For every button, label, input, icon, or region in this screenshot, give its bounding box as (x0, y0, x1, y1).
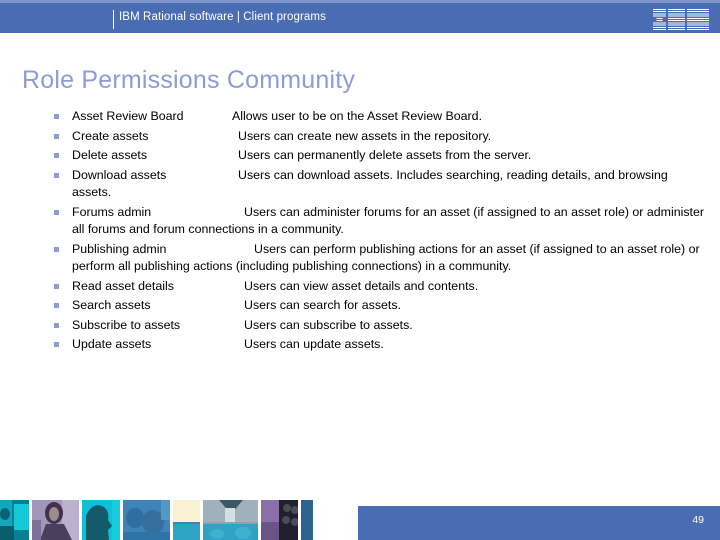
photo-tile-teal-workstation (0, 500, 30, 540)
permission-description: Users can create new assets in the repos… (238, 128, 492, 143)
permission-description: Users can subscribe to assets. (244, 317, 413, 332)
photo-tile-handshake (203, 500, 258, 540)
list-item: Read asset details Users can view asset d… (50, 278, 710, 296)
header-brand-text: IBM Rational software | Client programs (119, 11, 326, 23)
bullet-square-icon (54, 133, 59, 139)
list-item: Publishing admin Users can perform publis… (50, 241, 710, 276)
page-title: Role Permissions Community (22, 66, 356, 94)
list-item: Delete assets Users can permanently delet… (50, 147, 710, 165)
footer-band: 49 (358, 506, 720, 540)
photo-tile-woman-purple (32, 500, 80, 540)
permission-description: Users can search for assets. (244, 298, 402, 312)
photo-tile-blue-crowd (122, 500, 170, 540)
bullet-square-icon (54, 209, 59, 215)
bullet-square-icon (54, 322, 59, 328)
list-item: Search assets Users can search for assets… (50, 297, 710, 315)
permission-name: Subscribe to assets (72, 317, 181, 332)
list-item: Create assets Users can create new assets… (50, 128, 710, 146)
ibm-logo (653, 9, 709, 30)
footer-photo-strip (0, 500, 358, 540)
list-item: Forums admin Users can administer forums … (50, 204, 710, 239)
photo-tile-profile-cyan (82, 500, 120, 540)
footer: 49 (0, 500, 720, 540)
permission-name: Create assets (72, 128, 149, 143)
bullet-square-icon (54, 153, 59, 158)
photo-tile-blue-edge (301, 500, 358, 540)
page-number: 49 (692, 514, 704, 526)
photo-tile-violet-dark (260, 500, 299, 540)
permission-description: Users can update assets. (244, 337, 384, 351)
permission-name: Delete assets (72, 148, 148, 162)
permission-description: Users can view asset details and content… (244, 278, 479, 293)
permission-description: Allows user to be on the Asset Review Bo… (232, 109, 483, 123)
bullet-square-icon (54, 246, 59, 252)
permission-name: Update assets (72, 337, 152, 351)
header-divider (113, 10, 114, 29)
header-content: IBM Rational software | Client programs (0, 3, 720, 33)
list-item: Asset Review Board Allows user to be on t… (50, 108, 710, 126)
permission-name: Asset Review Board (72, 109, 184, 123)
permission-name: Search assets (72, 298, 151, 312)
permission-name: Forums admin (72, 204, 152, 219)
header-band: IBM Rational software | Client programs (0, 0, 720, 33)
permission-name: Download assets (72, 167, 167, 182)
bullet-square-icon (54, 342, 59, 347)
bullet-square-icon (54, 303, 59, 308)
permissions-list: Asset Review Board Allows user to be on t… (50, 108, 710, 356)
list-item: Update assets Users can update assets. (50, 336, 710, 354)
bullet-square-icon (54, 114, 59, 119)
bullet-square-icon (54, 283, 59, 289)
permission-description: Users can permanently delete assets from… (238, 148, 532, 162)
list-item: Subscribe to assets Users can subscribe t… (50, 317, 710, 335)
photo-tile-cream-block (172, 500, 201, 540)
list-item: Download assets Users can download assets… (50, 167, 710, 202)
permission-name: Read asset details (72, 278, 174, 293)
permission-name: Publishing admin (72, 241, 167, 256)
bullet-square-icon (54, 172, 59, 178)
